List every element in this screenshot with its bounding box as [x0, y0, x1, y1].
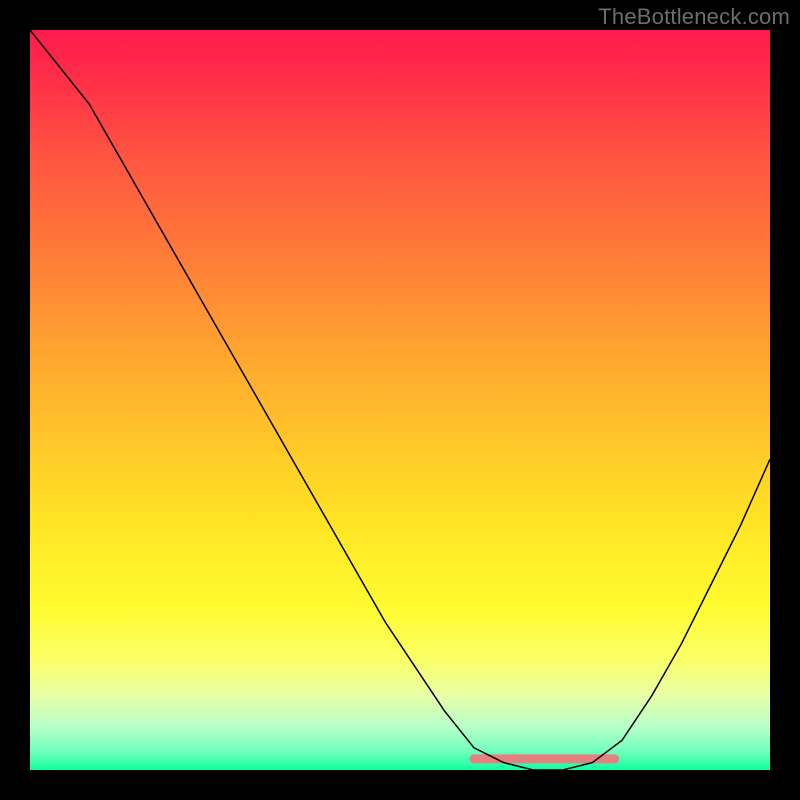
- watermark-text: TheBottleneck.com: [598, 4, 790, 30]
- chart-overlay-svg: [30, 30, 770, 770]
- plot-area: [30, 30, 770, 770]
- bottleneck-curve: [30, 30, 770, 770]
- chart-frame: TheBottleneck.com: [0, 0, 800, 800]
